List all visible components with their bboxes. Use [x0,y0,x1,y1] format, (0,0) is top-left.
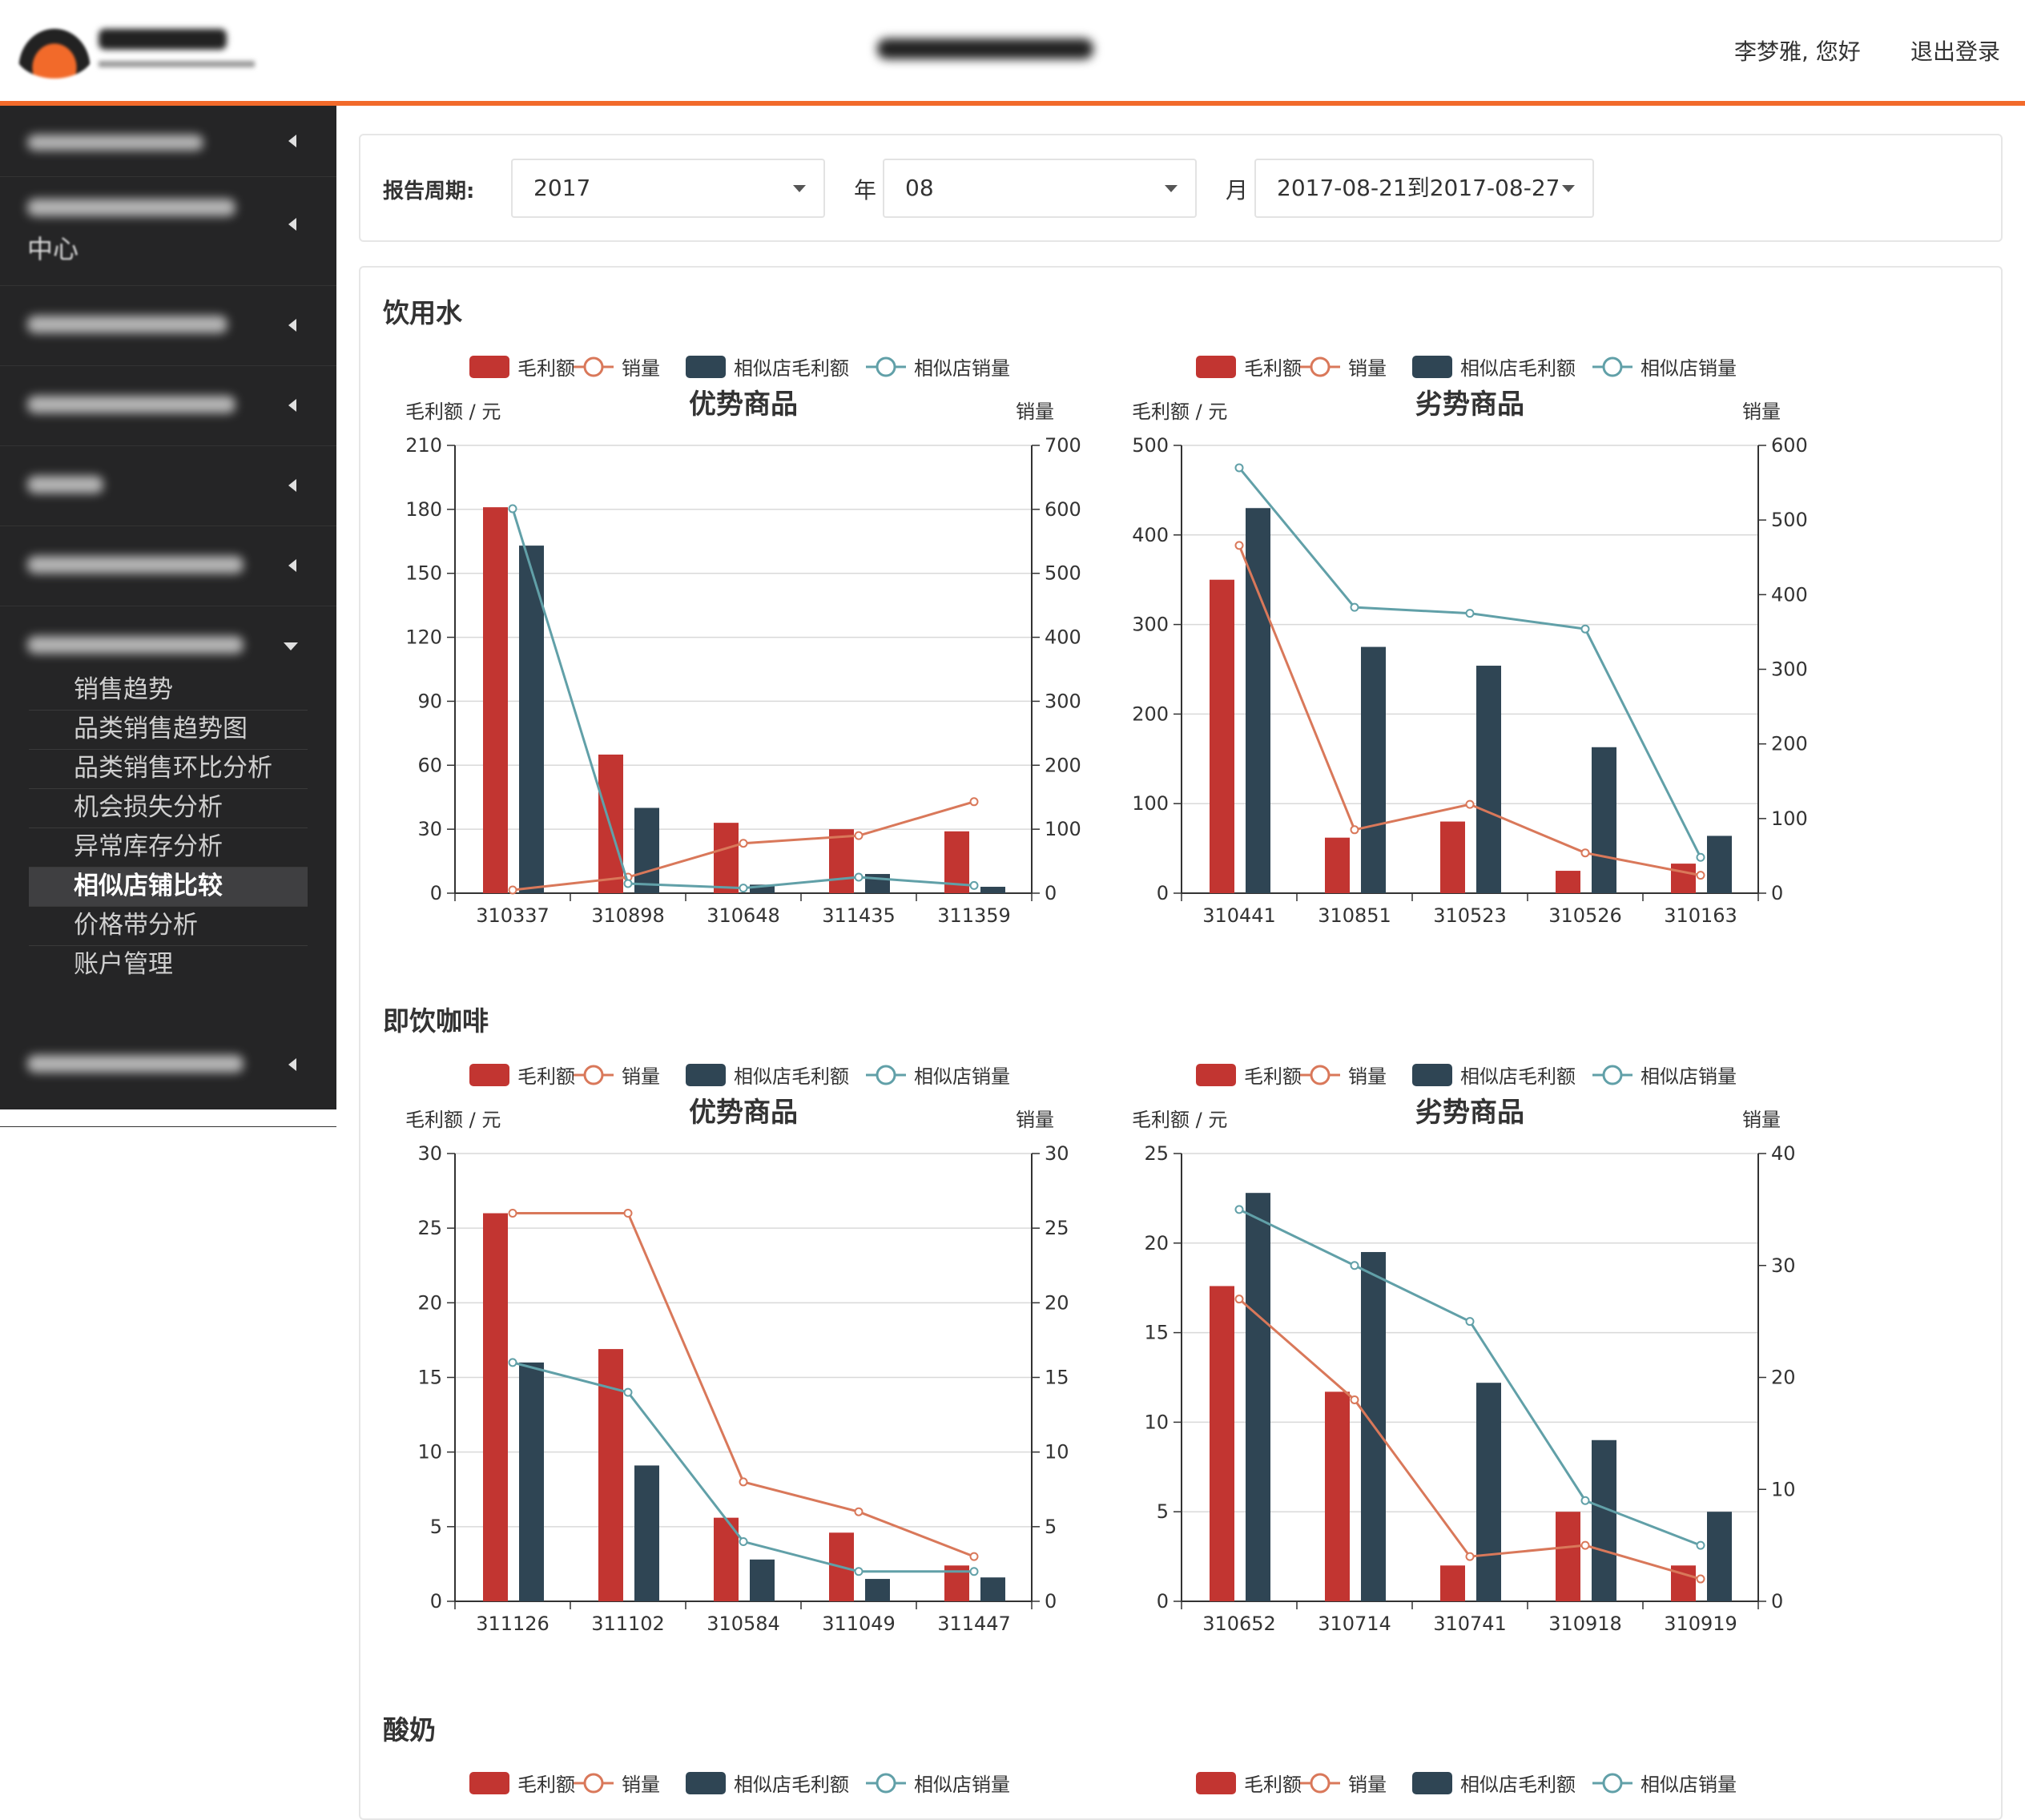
logout-link[interactable]: 退出登录 [1910,34,2000,66]
app-title-redacted [877,38,1093,59]
caret-down-icon [1165,185,1178,192]
chevron-down-icon [284,642,298,650]
week-select-value: 2017-08-21到2017-08-27 [1277,175,1560,201]
sidebar-item-5[interactable] [0,445,336,526]
chevron-left-icon [288,319,296,332]
sidebar: 中心 销售趋势 品类销售趋势图 品类销售环比分析 机会损失分析 异常库存分析 相… [0,106,336,1127]
month-select[interactable]: 08 [883,159,1197,218]
sidebar-submenu: 销售趋势 品类销售趋势图 品类销售环比分析 机会损失分析 异常库存分析 相似店铺… [29,671,308,985]
chevron-left-icon [288,399,296,412]
sidebar-item-4[interactable] [0,365,336,446]
sidebar-item-8[interactable] [0,1023,336,1103]
brand-logo[interactable] [14,24,255,80]
sidebar-item-1[interactable] [0,106,336,177]
chevron-left-icon [288,135,296,147]
top-navbar: 李梦雅, 您好 退出登录 [0,0,2025,106]
section-title-coffee: 即饮咖啡 [383,1005,489,1037]
submenu-item-similar-store[interactable]: 相似店铺比较 [29,868,308,907]
sidebar-item-6[interactable] [0,525,336,606]
year-unit-label: 年 [854,177,877,203]
submenu-item-sales-trend[interactable]: 销售趋势 [29,671,308,711]
section-title-yogurt: 酸奶 [383,1714,436,1746]
month-select-value: 08 [905,175,934,201]
charts-panel [359,266,2003,1820]
chevron-left-icon [288,559,296,572]
year-select-value: 2017 [533,175,591,201]
month-unit-label: 月 [1226,177,1249,203]
report-period-label: 报告周期: [383,179,475,203]
caret-down-icon [1562,185,1575,192]
week-select[interactable]: 2017-08-21到2017-08-27 [1254,159,1594,218]
sidebar-item-3[interactable] [0,285,336,366]
chevron-left-icon [288,1058,296,1071]
submenu-item-category-trend[interactable]: 品类销售趋势图 [29,711,308,750]
submenu-item-category-mom[interactable]: 品类销售环比分析 [29,750,308,789]
submenu-item-abnormal-stock[interactable]: 异常库存分析 [29,828,308,868]
submenu-item-account[interactable]: 账户管理 [29,946,308,985]
sidebar-item-2[interactable]: 中心 [0,176,336,286]
sidebar-item-2-label: 中心 [27,234,79,264]
submenu-item-price-band[interactable]: 价格带分析 [29,907,308,946]
user-greeting: 李梦雅, 您好 [1734,38,1861,65]
chevron-left-icon [288,479,296,492]
year-select[interactable]: 2017 [511,159,825,218]
chevron-left-icon [288,218,296,231]
submenu-item-opportunity-loss[interactable]: 机会损失分析 [29,789,308,828]
caret-down-icon [793,185,806,192]
section-title-water: 饮用水 [383,297,462,328]
